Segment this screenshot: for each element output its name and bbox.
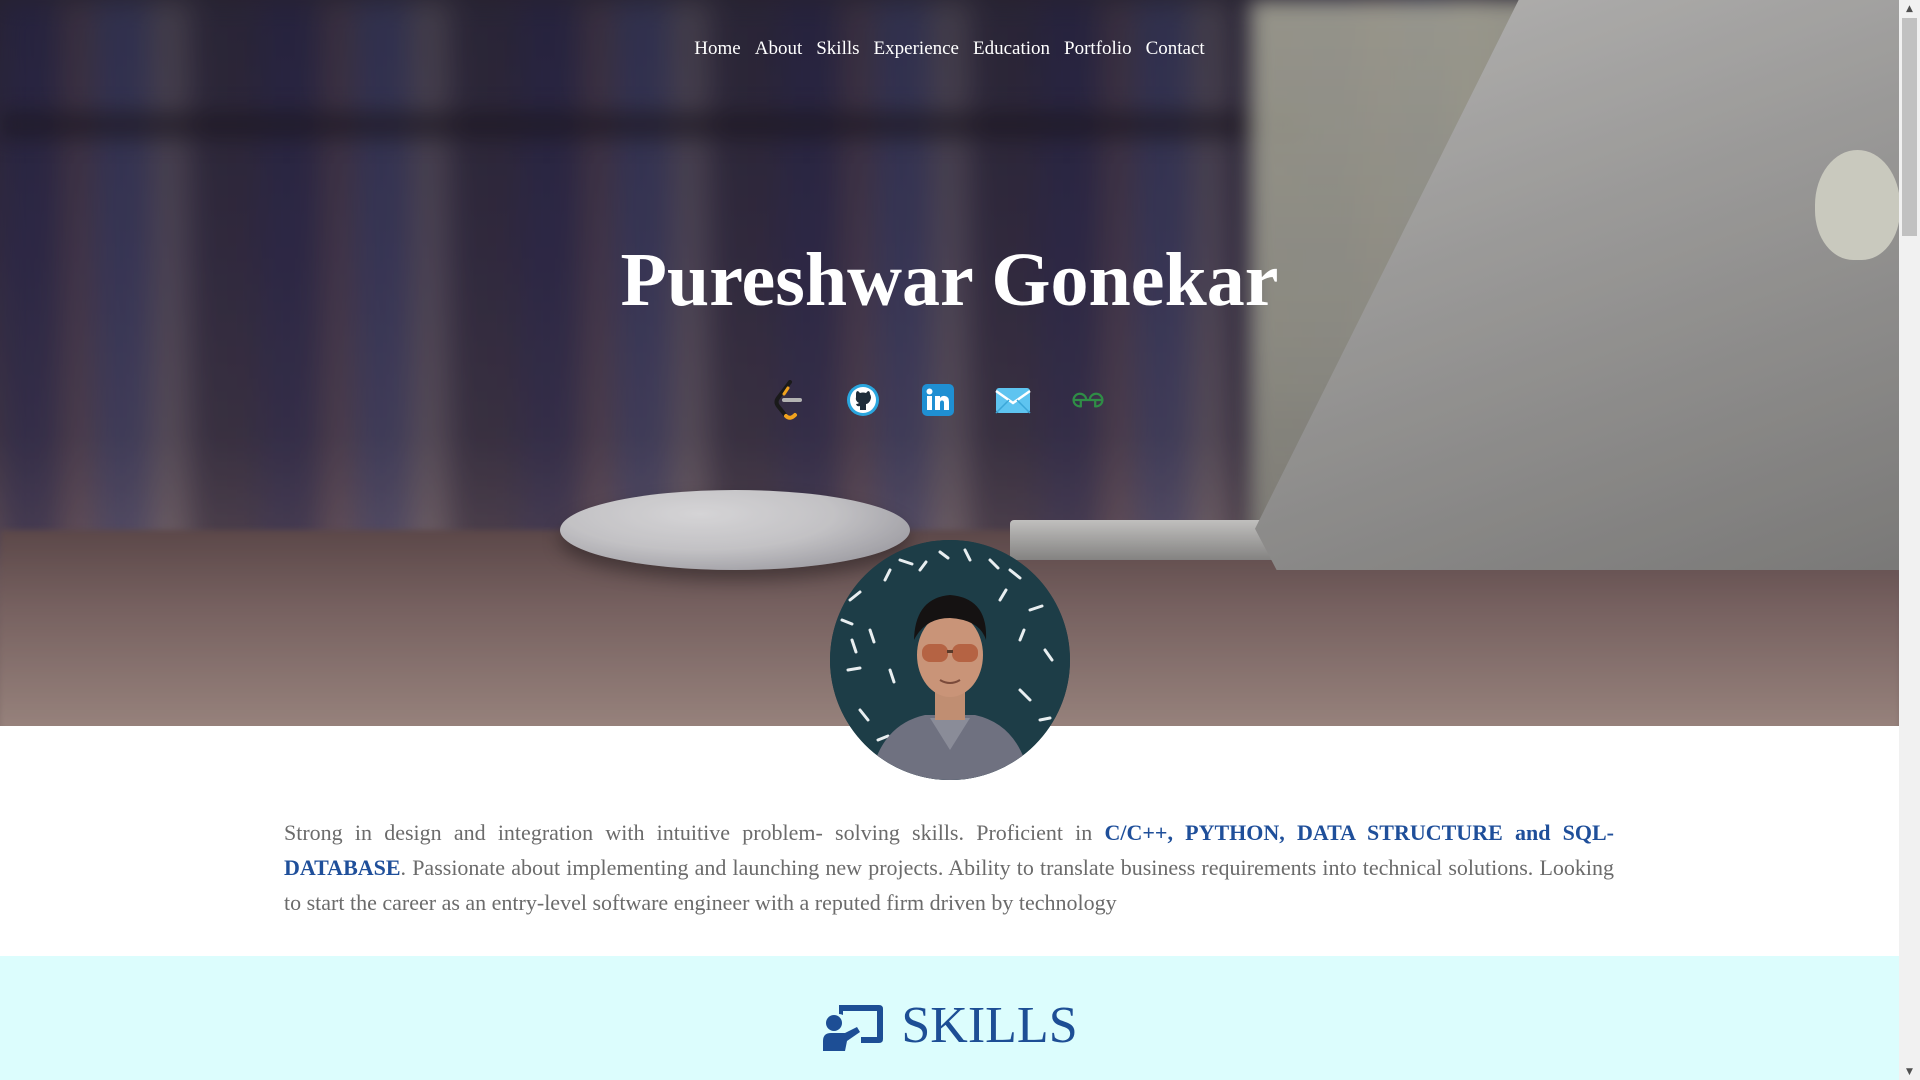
main-nav: Home About Skills Experience Education P…: [0, 38, 1899, 60]
linkedin-icon: [922, 384, 954, 416]
social-links: [770, 380, 1106, 420]
nav-education[interactable]: Education: [973, 38, 1050, 60]
about-text-part-2: . Passionate about implementing and laun…: [284, 855, 1614, 915]
scroll-thumb[interactable]: [1902, 18, 1917, 236]
nav-home[interactable]: Home: [694, 38, 740, 60]
nav-experience[interactable]: Experience: [874, 38, 959, 60]
profile-photo: [830, 540, 1070, 780]
scroll-up-arrow[interactable]: ▲: [1899, 0, 1920, 17]
avatar: [830, 540, 1070, 780]
mail-link[interactable]: [995, 382, 1031, 418]
nav-about[interactable]: About: [755, 38, 803, 60]
linkedin-link[interactable]: [920, 382, 956, 418]
skills-heading: SKILLS: [0, 1000, 1899, 1052]
hero-name: Pureshwar Gonekar: [620, 238, 1279, 322]
geeksforgeeks-link[interactable]: [1070, 382, 1106, 418]
chalkboard-teacher-icon: [823, 1005, 884, 1051]
github-link[interactable]: [845, 382, 881, 418]
scroll-down-arrow[interactable]: ▼: [1899, 1063, 1920, 1080]
github-icon: [847, 384, 879, 416]
leetcode-icon: [774, 380, 802, 420]
about-text: Strong in design and integration with in…: [284, 815, 1614, 920]
nav-portfolio[interactable]: Portfolio: [1064, 38, 1132, 60]
skills-title: SKILLS: [901, 997, 1078, 1054]
nav-contact[interactable]: Contact: [1146, 38, 1205, 60]
leetcode-link[interactable]: [770, 380, 806, 420]
geeksforgeeks-icon: [1072, 392, 1104, 408]
mail-icon: [995, 388, 1031, 414]
nav-skills[interactable]: Skills: [816, 38, 859, 60]
scrollbar[interactable]: ▲ ▼: [1899, 0, 1920, 1080]
about-text-part-1: Strong in design and integration with in…: [284, 820, 1105, 845]
page: Home About Skills Experience Education P…: [0, 0, 1899, 1080]
